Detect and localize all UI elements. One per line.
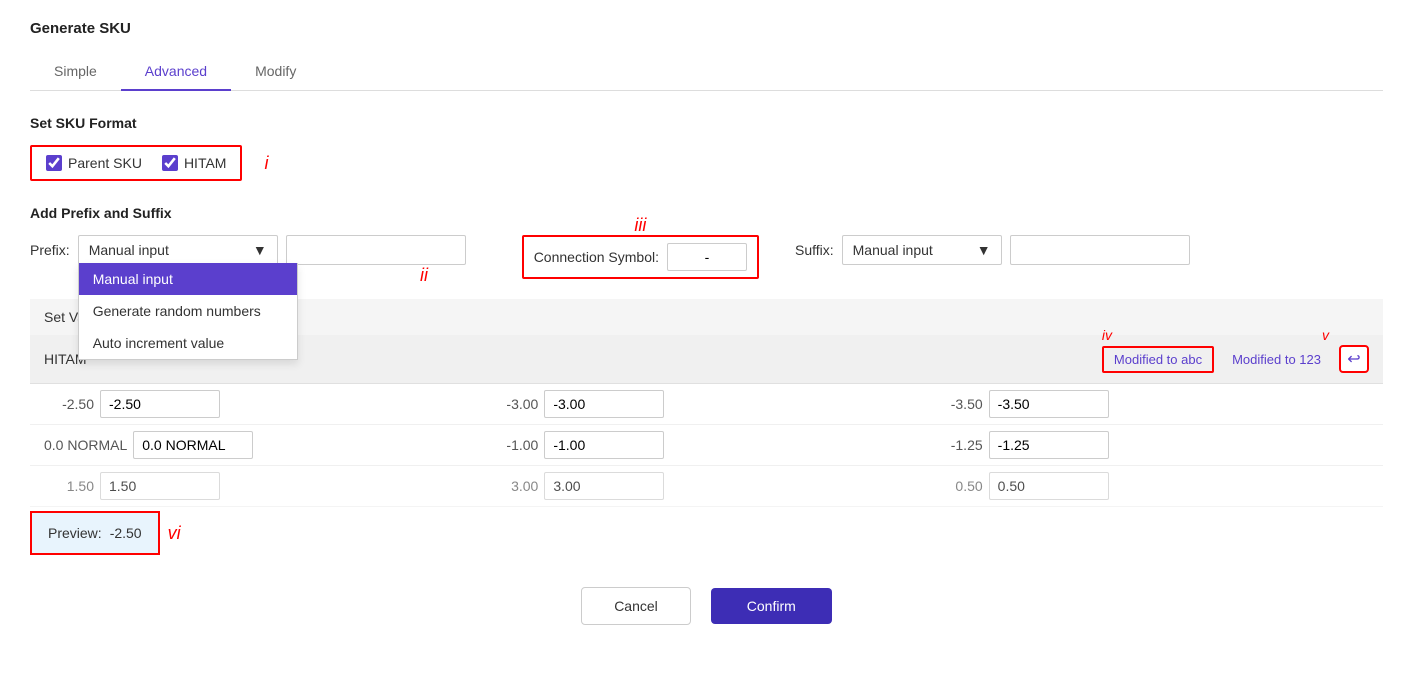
val-3-2: 3.00: [488, 478, 538, 494]
cell-2-2: -1.00: [488, 431, 702, 459]
cell-3-3: 0.50: [933, 472, 1147, 500]
cell-3-2: 3.00: [488, 472, 702, 500]
connection-symbol-label: Connection Symbol:: [534, 249, 659, 265]
hitam-checkbox-item[interactable]: HITAM: [162, 155, 227, 171]
parent-sku-checkbox-item[interactable]: Parent SKU: [46, 155, 142, 171]
prefix-select-value: Manual input: [89, 242, 169, 258]
cell-3-1: 1.50: [44, 472, 258, 500]
prefix-text-input[interactable]: [286, 235, 466, 265]
confirm-button[interactable]: Confirm: [711, 588, 832, 624]
table-row: 0.0 NORMAL -1.00 -1.25: [30, 425, 1383, 466]
modified-123-badge[interactable]: Modified to 123: [1222, 348, 1331, 371]
roman-v-label: v: [1322, 327, 1329, 343]
revert-icon: ↩: [1347, 349, 1360, 369]
tab-simple[interactable]: Simple: [30, 53, 121, 91]
parent-sku-checkbox[interactable]: [46, 155, 62, 171]
connection-symbol-input[interactable]: [667, 243, 747, 271]
suffix-chevron-icon: ▼: [977, 242, 991, 258]
connection-symbol-group: Connection Symbol:: [522, 235, 759, 279]
hitam-label: HITAM: [184, 155, 227, 171]
sku-format-checkboxes: Parent SKU HITAM: [30, 145, 242, 181]
cell-1-3: -3.50: [933, 390, 1147, 418]
prefix-suffix-title: Add Prefix and Suffix: [30, 205, 1383, 221]
val-2-3: -1.25: [933, 437, 983, 453]
prefix-dropdown-container: Manual input ▼ Manual input Generate ran…: [78, 235, 278, 265]
preview-value: -2.50: [110, 525, 142, 541]
modified-abc-badge[interactable]: Modified to abc: [1102, 346, 1214, 373]
val-2-1: 0.0 NORMAL: [44, 437, 127, 453]
roman-iii-label: iii: [634, 215, 646, 236]
dialog-footer: Cancel Confirm: [30, 567, 1383, 645]
tab-modify[interactable]: Modify: [231, 53, 320, 91]
cell-1-2: -3.00: [488, 390, 702, 418]
input-2-2[interactable]: [544, 431, 664, 459]
roman-ii-label: ii: [420, 265, 428, 286]
sku-format-section: Set SKU Format Parent SKU HITAM i: [30, 115, 1383, 181]
input-2-3[interactable]: [989, 431, 1109, 459]
cancel-button[interactable]: Cancel: [581, 587, 691, 625]
prefix-option-manual[interactable]: Manual input: [79, 263, 297, 295]
table-row: 1.50 3.00 0.50: [30, 466, 1383, 507]
revert-button[interactable]: ↩: [1339, 345, 1369, 373]
roman-vi-label: vi: [168, 523, 181, 544]
val-3-3: 0.50: [933, 478, 983, 494]
parent-sku-label: Parent SKU: [68, 155, 142, 171]
prefix-suffix-section: Add Prefix and Suffix Prefix: Manual inp…: [30, 205, 1383, 279]
cell-2-3: -1.25: [933, 431, 1147, 459]
input-1-2[interactable]: [544, 390, 664, 418]
prefix-chevron-icon: ▼: [253, 242, 267, 258]
tabs-container: Simple Advanced Modify: [30, 53, 1383, 91]
input-3-1[interactable]: [100, 472, 220, 500]
val-1-3: -3.50: [933, 396, 983, 412]
prefix-label: Prefix:: [30, 242, 70, 258]
hitam-row-end: iv Modified to abc v Modified to 123 ↩: [1102, 345, 1369, 373]
val-1-1: -2.50: [44, 396, 94, 412]
preview-bar: Preview: -2.50: [30, 511, 160, 555]
input-1-1[interactable]: [100, 390, 220, 418]
roman-i-label: i: [264, 153, 268, 174]
val-3-1: 1.50: [44, 478, 94, 494]
tab-advanced[interactable]: Advanced: [121, 53, 231, 91]
prefix-option-random[interactable]: Generate random numbers: [79, 295, 297, 327]
suffix-text-input[interactable]: [1010, 235, 1190, 265]
val-2-2: -1.00: [488, 437, 538, 453]
cell-1-1: -2.50: [44, 390, 258, 418]
prefix-option-auto[interactable]: Auto increment value: [79, 327, 297, 359]
prefix-select[interactable]: Manual input ▼: [78, 235, 278, 265]
sku-format-title: Set SKU Format: [30, 115, 1383, 131]
suffix-select[interactable]: Manual input ▼: [842, 235, 1002, 265]
input-1-3[interactable]: [989, 390, 1109, 418]
roman-iv-label: iv: [1102, 327, 1112, 343]
dialog-title: Generate SKU: [30, 20, 1383, 37]
hitam-checkbox[interactable]: [162, 155, 178, 171]
preview-label: Preview:: [48, 525, 102, 541]
prefix-dropdown-menu: Manual input Generate random numbers Aut…: [78, 263, 298, 360]
input-3-2[interactable]: [544, 472, 664, 500]
input-2-1[interactable]: [133, 431, 253, 459]
data-grid: -2.50 -3.00 -3.50 0.0 NORMAL -1.00: [30, 384, 1383, 507]
cell-2-1: 0.0 NORMAL: [44, 431, 258, 459]
suffix-label: Suffix:: [795, 242, 834, 258]
suffix-select-value: Manual input: [853, 242, 933, 258]
input-3-3[interactable]: [989, 472, 1109, 500]
val-1-2: -3.00: [488, 396, 538, 412]
dialog-container: Generate SKU Simple Advanced Modify Set …: [0, 0, 1413, 694]
table-row: -2.50 -3.00 -3.50: [30, 384, 1383, 425]
